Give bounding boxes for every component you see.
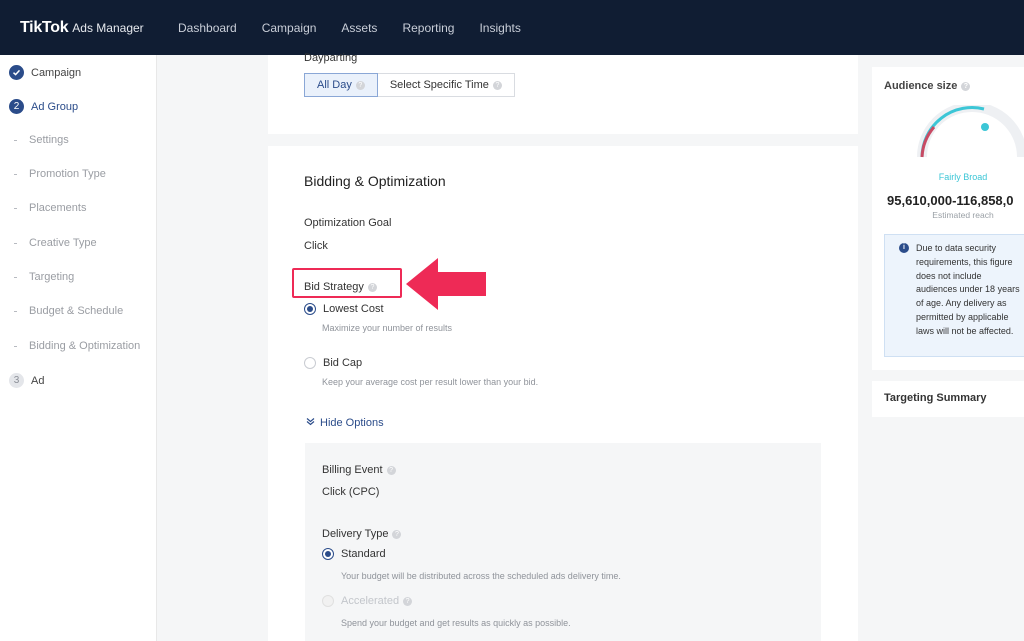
sidebar-step-label: Ad Group <box>31 100 79 113</box>
step-number: 2 <box>9 99 24 114</box>
radio-selected-icon <box>304 303 316 315</box>
sidebar-item-label: Settings <box>29 134 69 146</box>
nav-campaign[interactable]: Campaign <box>262 21 317 35</box>
help-icon: ? <box>961 81 971 91</box>
billing-event-text: Billing Event <box>322 464 383 476</box>
help-icon: ? <box>355 80 365 90</box>
hide-options-label: Hide Options <box>320 417 384 429</box>
dayparting-card: Dayparting All Day ? Select Specific Tim… <box>268 52 858 134</box>
audience-gauge <box>917 105 1024 158</box>
audience-size-title: Audience size? <box>884 80 971 92</box>
hide-options-link[interactable]: Hide Options <box>306 417 384 429</box>
dayparting-label: Dayparting <box>304 52 358 64</box>
accelerated-help: Spend your budget and get results as qui… <box>341 618 571 628</box>
audience-size-text: Audience size <box>884 80 958 92</box>
radio-selected-icon <box>322 548 334 560</box>
targeting-summary-card[interactable]: Targeting Summary <box>872 381 1024 417</box>
delivery-type-label: Delivery Type? <box>322 528 402 540</box>
audience-level: Fairly Broad <box>938 172 988 182</box>
radio-disabled-icon <box>322 595 334 607</box>
sidebar-item-bidding-optimization[interactable]: Bidding & Optimization <box>14 340 140 352</box>
sidebar-step-ad[interactable]: 3 Ad <box>9 373 44 388</box>
all-day-button[interactable]: All Day ? <box>304 73 378 97</box>
bid-strategy-highlight-box <box>292 268 402 298</box>
help-icon: ? <box>392 529 402 539</box>
standard-help: Your budget will be distributed across t… <box>341 571 621 581</box>
brand-subtitle: Ads Manager <box>72 20 144 35</box>
gauge-indicator <box>981 123 989 131</box>
brand-logo[interactable]: TikTok Ads Manager <box>20 19 178 37</box>
sidebar-item-settings[interactable]: Settings <box>14 134 69 146</box>
arrow-left-icon <box>406 258 486 310</box>
radio-unselected-icon <box>304 357 316 369</box>
bid-cap-radio[interactable]: Bid Cap <box>304 357 362 369</box>
sidebar-item-label: Targeting <box>29 271 75 283</box>
sidebar-step-label: Ad <box>31 374 45 387</box>
sidebar-item-creative-type[interactable]: Creative Type <box>14 237 97 249</box>
advanced-options-panel: Billing Event? Click (CPC) Delivery Type… <box>305 443 821 641</box>
sidebar-item-placements[interactable]: Placements <box>14 202 86 214</box>
info-icon: i <box>899 243 909 253</box>
nav-reporting[interactable]: Reporting <box>402 21 454 35</box>
targeting-summary-title: Targeting Summary <box>884 392 987 404</box>
sidebar-item-budget-schedule[interactable]: Budget & Schedule <box>14 305 123 317</box>
billing-event-value: Click (CPC) <box>322 486 380 498</box>
step-number: 3 <box>9 373 24 388</box>
accelerated-label: Accelerated <box>341 595 400 607</box>
bid-cap-label: Bid Cap <box>323 357 363 369</box>
data-security-notice: i Due to data security requirements, thi… <box>884 234 1024 357</box>
sidebar: Campaign 2 Ad Group Settings Promotion T… <box>0 55 157 641</box>
audience-size-card: Audience size? Fairly Broad 95,610,000-1… <box>872 67 1024 370</box>
accelerated-radio[interactable]: Accelerated ? <box>322 595 413 607</box>
check-icon <box>9 65 24 80</box>
sidebar-item-label: Creative Type <box>29 237 97 249</box>
sidebar-item-label: Promotion Type <box>29 168 106 180</box>
all-day-label: All Day <box>317 79 352 91</box>
nav-dashboard[interactable]: Dashboard <box>178 21 237 35</box>
billing-event-label: Billing Event? <box>322 464 396 476</box>
double-chevron-up-icon <box>306 417 315 429</box>
optimization-goal-label: Optimization Goal <box>304 217 392 229</box>
nav-assets[interactable]: Assets <box>341 21 377 35</box>
sidebar-step-label: Campaign <box>31 66 82 79</box>
specific-time-button[interactable]: Select Specific Time ? <box>377 73 515 97</box>
top-navigation-bar: TikTok Ads Manager Dashboard Campaign As… <box>0 0 1024 55</box>
main-nav: Dashboard Campaign Assets Reporting Insi… <box>178 21 546 35</box>
sidebar-item-label: Bidding & Optimization <box>29 340 141 352</box>
section-title: Bidding & Optimization <box>304 173 446 189</box>
optimization-goal-value: Click <box>304 240 328 252</box>
brand-name: TikTok <box>20 18 69 36</box>
sidebar-step-ad-group[interactable]: 2 Ad Group <box>9 99 78 114</box>
sidebar-item-label: Placements <box>29 202 87 214</box>
dayparting-toggle: All Day ? Select Specific Time ? <box>304 73 515 97</box>
specific-time-label: Select Specific Time <box>389 79 489 91</box>
help-icon: ? <box>492 80 502 90</box>
standard-label: Standard <box>341 548 386 560</box>
help-icon: ? <box>403 596 413 606</box>
notice-text: Due to data security requirements, this … <box>916 243 1020 336</box>
lowest-cost-radio[interactable]: Lowest Cost <box>304 303 384 315</box>
nav-insights[interactable]: Insights <box>479 21 520 35</box>
lowest-cost-help: Maximize your number of results <box>322 323 453 333</box>
standard-radio[interactable]: Standard <box>322 548 386 560</box>
delivery-type-text: Delivery Type <box>322 528 389 540</box>
sidebar-item-promotion-type[interactable]: Promotion Type <box>14 168 106 180</box>
sidebar-step-campaign[interactable]: Campaign <box>9 65 81 80</box>
lowest-cost-label: Lowest Cost <box>323 303 384 315</box>
estimated-reach-caption: Estimated reach <box>932 210 994 220</box>
sidebar-item-targeting[interactable]: Targeting <box>14 271 74 283</box>
help-icon: ? <box>386 465 396 475</box>
sidebar-item-label: Budget & Schedule <box>29 305 124 317</box>
bid-cap-help: Keep your average cost per result lower … <box>322 377 539 387</box>
audience-range: 95,610,000-116,858,0 <box>887 193 1014 208</box>
